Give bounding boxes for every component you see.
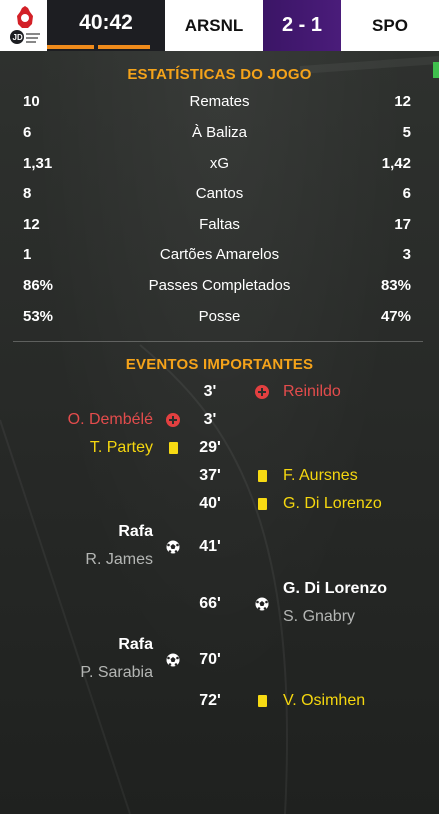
stat-label: xG: [209, 155, 230, 172]
stat-away: 5: [402, 124, 411, 141]
event-player: T. Partey: [89, 439, 153, 456]
event-minute: 66': [199, 595, 221, 612]
stat-away: 47%: [380, 308, 411, 325]
clock-time: 40:42: [79, 11, 133, 34]
ball-icon: [166, 540, 180, 554]
event-scorer: G. Di Lorenzo: [283, 580, 387, 597]
app-logo-icon: JD: [10, 6, 40, 44]
substitution-icon: [166, 413, 180, 427]
event-scorer: Rafa: [118, 523, 153, 540]
stats-row: 1 Cartões Amarelos 3: [0, 240, 439, 270]
ball-icon: [166, 653, 180, 667]
yellow-card-icon: [169, 442, 178, 454]
ball-icon: [255, 597, 269, 611]
stats-row: 12 Faltas 17: [0, 210, 439, 240]
stat-away: 17: [394, 216, 411, 233]
event-minute: 3': [203, 383, 217, 400]
event-minute: 40': [199, 495, 221, 512]
svg-text:JD: JD: [13, 33, 23, 42]
stat-away: 6: [402, 185, 411, 202]
stat-label: Cantos: [195, 185, 244, 202]
clock-progress-left: [47, 45, 94, 49]
clock-progress-right: [98, 45, 150, 49]
stat-label: À Baliza: [191, 124, 248, 141]
stats-row: 6 À Baliza 5: [0, 118, 439, 148]
event-player: Reinildo: [283, 383, 341, 400]
logo-area: JD: [0, 0, 47, 51]
substitution-icon: [255, 385, 269, 399]
match-clock: 40:42: [47, 0, 165, 51]
event-player: O. Dembélé: [67, 411, 153, 428]
section-divider: [13, 341, 423, 342]
stats-row: 53% Posse 47%: [0, 302, 439, 332]
event-minute: 29': [199, 439, 221, 456]
stat-away: 83%: [380, 277, 411, 294]
stats-row: 86% Passes Completados 83%: [0, 271, 439, 301]
stat-label: Remates: [189, 93, 250, 110]
yellow-card-icon: [258, 498, 267, 510]
home-team: ARSNL: [165, 0, 263, 51]
scoreboard: JD 40:42 ARSNL 2 - 1 SPO: [0, 0, 439, 51]
yellow-card-icon: [258, 695, 267, 707]
stat-away: 12: [394, 93, 411, 110]
event-minute: 37': [199, 467, 221, 484]
stats-title: ESTATÍSTICAS DO JOGO: [127, 66, 312, 83]
stat-label: Passes Completados: [148, 277, 291, 294]
stat-away: 3: [402, 246, 411, 263]
stat-label: Cartões Amarelos: [159, 246, 280, 263]
event-player: G. Di Lorenzo: [283, 495, 382, 512]
stats-row: 8 Cantos 6: [0, 179, 439, 209]
events-title: EVENTOS IMPORTANTES: [125, 356, 314, 373]
yellow-card-icon: [258, 470, 267, 482]
stat-label: Posse: [198, 308, 241, 325]
away-team: SPO: [341, 0, 439, 51]
event-minute: 72': [199, 692, 221, 709]
stat-away: 1,42: [381, 155, 411, 172]
event-player: F. Aursnes: [283, 467, 358, 484]
event-player: V. Osimhen: [283, 692, 366, 709]
event-minute: 3': [203, 411, 217, 428]
event-minute: 41': [199, 538, 221, 555]
event-assist: R. James: [85, 551, 153, 568]
stats-row: 1,31 xG 1,42: [0, 149, 439, 179]
event-scorer: Rafa: [118, 636, 153, 653]
event-assist: P. Sarabia: [80, 664, 153, 681]
event-minute: 70': [199, 651, 221, 668]
score: 2 - 1: [263, 0, 341, 51]
stats-row: 10 Remates 12: [0, 87, 439, 117]
event-assist: S. Gnabry: [283, 608, 356, 625]
stat-label: Faltas: [199, 216, 240, 233]
